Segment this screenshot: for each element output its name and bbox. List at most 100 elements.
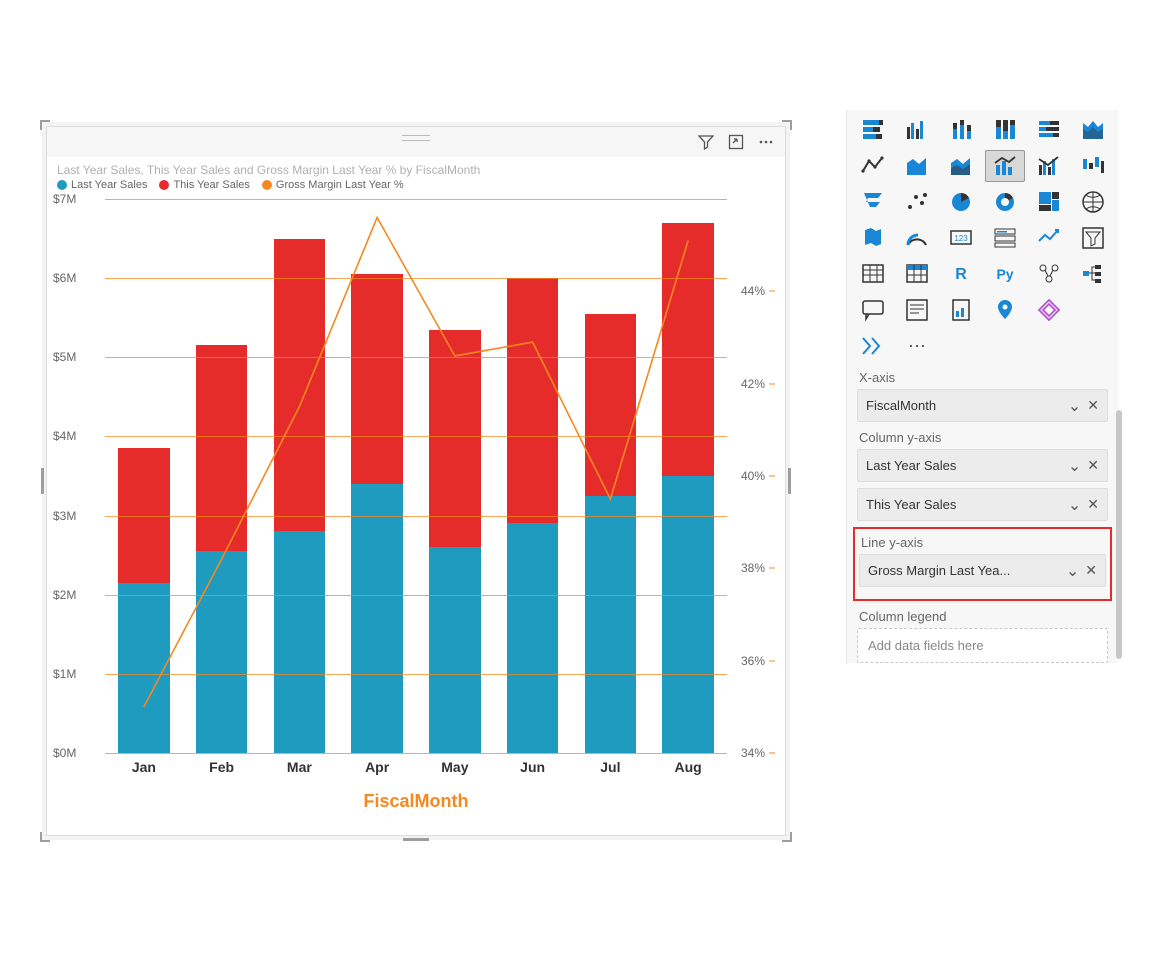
chart-header [47, 127, 785, 157]
panel-scrollbar[interactable] [1114, 410, 1122, 659]
field-label: Column y-axis [859, 430, 1106, 445]
viz-type-100-stacked-bar[interactable] [1029, 114, 1069, 146]
y-left-tick: $7M [53, 192, 99, 206]
viz-type-100-stacked-column[interactable] [985, 114, 1025, 146]
viz-type-table[interactable] [853, 258, 893, 290]
viz-type-arcgis-map[interactable] [985, 294, 1025, 326]
x-tick: Apr [338, 759, 416, 789]
x-tick: Mar [261, 759, 339, 789]
viz-type-kpi[interactable] [1029, 222, 1069, 254]
chart-card[interactable]: Last Year Sales, This Year Sales and Gro… [46, 126, 786, 836]
viz-type-map[interactable] [1073, 186, 1113, 218]
legend-item: This Year Sales [159, 179, 249, 191]
x-tick: May [416, 759, 494, 789]
svg-text:123: 123 [954, 234, 968, 243]
filter-icon[interactable] [697, 133, 715, 151]
plot-area [105, 199, 727, 753]
viz-type-r-visual[interactable]: R [941, 258, 981, 290]
viz-type-treemap[interactable] [1029, 186, 1069, 218]
viz-type-multirow-card[interactable] [985, 222, 1025, 254]
field-well-x-axis: X-axis FiscalMonth ⌄ ✕ [855, 370, 1110, 422]
viz-type-area[interactable] [897, 150, 937, 182]
y-left-tick: $5M [53, 350, 99, 364]
viz-type-donut[interactable] [985, 186, 1025, 218]
field-well-column-legend: Column legend Add data fields here [855, 609, 1110, 663]
field-pill-text: FiscalMonth [858, 390, 1064, 421]
viz-type-py-visual[interactable]: Py [985, 258, 1025, 290]
viz-type-scatter[interactable] [897, 186, 937, 218]
chevron-down-icon[interactable]: ⌄ [1068, 456, 1081, 476]
y-left-tick: $1M [53, 667, 99, 681]
svg-text:Py: Py [996, 266, 1013, 282]
viz-type-clustered-column[interactable] [897, 114, 937, 146]
chevron-down-icon[interactable]: ⌄ [1066, 561, 1079, 581]
legend-item: Last Year Sales [57, 179, 147, 191]
viz-type-smart-narrative[interactable] [897, 294, 937, 326]
x-tick: Aug [649, 759, 727, 789]
x-tick: Jun [494, 759, 572, 789]
remove-field-icon[interactable]: ✕ [1085, 397, 1101, 414]
viz-type-filled-map[interactable] [853, 222, 893, 254]
viz-type-slicer[interactable] [1073, 222, 1113, 254]
viz-type-decomposition-tree[interactable] [1073, 258, 1113, 290]
viz-picker: 123 R Py [853, 114, 1112, 326]
field-pill[interactable]: Last Year Sales ⌄ ✕ [857, 449, 1108, 482]
y-axis-left: $0M$1M$2M$3M$4M$5M$6M$7M [57, 199, 103, 753]
viz-type-stacked-column[interactable] [941, 114, 981, 146]
viz-type-funnel[interactable] [853, 186, 893, 218]
legend-item: Gross Margin Last Year % [262, 179, 404, 191]
x-tick: Jan [105, 759, 183, 789]
viz-type-card[interactable]: 123 [941, 222, 981, 254]
bar[interactable] [338, 274, 416, 753]
field-label: Line y-axis [861, 535, 1104, 550]
x-tick: Feb [183, 759, 261, 789]
bar[interactable] [572, 314, 650, 753]
x-tick: Jul [572, 759, 650, 789]
viz-type-stacked-area[interactable] [941, 150, 981, 182]
bar[interactable] [261, 239, 339, 753]
field-pill[interactable]: This Year Sales ⌄ ✕ [857, 488, 1108, 521]
drag-grip[interactable] [402, 135, 430, 141]
viz-type-line-stacked-column[interactable] [985, 150, 1025, 182]
viz-type-line-clustered-column[interactable] [1029, 150, 1069, 182]
chart-title: Last Year Sales, This Year Sales and Gro… [47, 157, 785, 179]
field-pill[interactable]: FiscalMonth ⌄ ✕ [857, 389, 1108, 422]
viz-type-line[interactable] [853, 150, 893, 182]
x-axis-title: FiscalMonth [47, 791, 785, 812]
viz-type-paginated-report[interactable] [941, 294, 981, 326]
viz-type-stacked-bar[interactable] [853, 114, 893, 146]
y-left-tick: $4M [53, 429, 99, 443]
chevron-down-icon[interactable]: ⌄ [1068, 396, 1081, 416]
chart-legend: Last Year Sales This Year Sales Gross Ma… [47, 179, 785, 195]
y-axis-right: 34%36%38%40%42%44% [729, 199, 775, 753]
field-well-column-y: Column y-axis Last Year Sales ⌄ ✕ This Y… [855, 430, 1110, 521]
viz-type-icon[interactable] [853, 330, 893, 362]
remove-field-icon[interactable]: ✕ [1085, 496, 1101, 513]
y-left-tick: $3M [53, 509, 99, 523]
chevron-down-icon[interactable]: ⌄ [1068, 495, 1081, 515]
viz-type-gauge[interactable] [897, 222, 937, 254]
viz-type-matrix[interactable] [897, 258, 937, 290]
y-left-tick: $0M [53, 746, 99, 760]
visualizations-panel: 123 R Py ⋯ X-axis FiscalMonth ⌄ ✕ Column y… [846, 110, 1118, 663]
field-well-line-y-highlighted: Line y-axis Gross Margin Last Yea... ⌄ ✕ [853, 527, 1112, 601]
focus-mode-icon[interactable] [727, 133, 745, 151]
empty-field-well[interactable]: Add data fields here [857, 628, 1108, 663]
more-options-icon[interactable] [757, 133, 775, 151]
y-left-tick: $2M [53, 588, 99, 602]
field-pill[interactable]: Gross Margin Last Yea... ⌄ ✕ [859, 554, 1106, 587]
svg-text:R: R [955, 266, 967, 283]
viz-type-ribbon[interactable] [1073, 114, 1113, 146]
remove-field-icon[interactable]: ✕ [1085, 457, 1101, 474]
bar[interactable] [416, 330, 494, 753]
viz-more-icon[interactable]: ⋯ [897, 330, 937, 362]
viz-type-key-influencers[interactable] [1029, 258, 1069, 290]
remove-field-icon[interactable]: ✕ [1083, 562, 1099, 579]
viz-type-power-apps[interactable] [1029, 294, 1069, 326]
viz-type-pie[interactable] [941, 186, 981, 218]
viz-type-waterfall[interactable] [1073, 150, 1113, 182]
y-left-tick: $6M [53, 271, 99, 285]
viz-type-qa[interactable] [853, 294, 893, 326]
bar[interactable] [105, 448, 183, 753]
bar[interactable] [183, 345, 261, 753]
